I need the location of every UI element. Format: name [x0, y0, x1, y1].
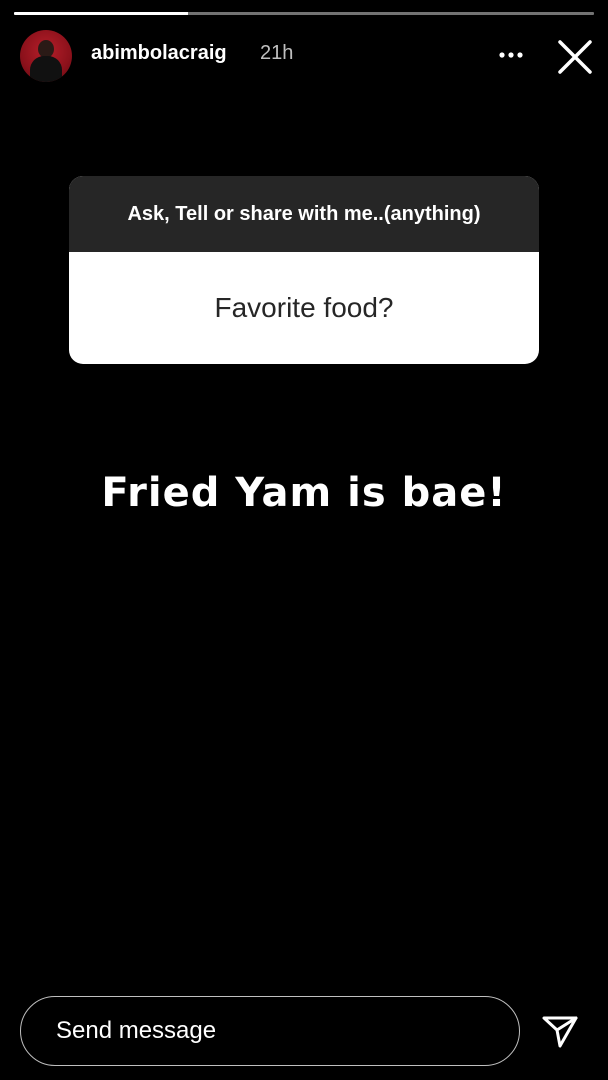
question-prompt: Ask, Tell or share with me..(anything) [69, 176, 539, 252]
send-icon [542, 1016, 578, 1048]
avatar-person-body [30, 56, 62, 82]
question-answer: Favorite food? [214, 292, 394, 323]
send-button[interactable] [540, 1012, 580, 1052]
close-button[interactable] [556, 38, 594, 76]
post-time: 21h [260, 42, 294, 64]
story-header: abimbolacraig 21h [0, 28, 608, 84]
story-progress-segment [14, 12, 594, 15]
story-caption: Fried Yam is bae! [101, 470, 507, 516]
more-horizontal-icon [499, 52, 523, 58]
more-options-button[interactable] [494, 38, 528, 72]
story-progress-bar [14, 12, 594, 15]
question-sticker[interactable]: Ask, Tell or share with me..(anything) F… [69, 176, 539, 364]
avatar[interactable] [20, 30, 72, 82]
reply-bar[interactable] [20, 996, 520, 1066]
username[interactable]: abimbolacraig [91, 42, 227, 65]
send-message-input[interactable] [54, 1016, 478, 1046]
close-icon [558, 40, 592, 74]
